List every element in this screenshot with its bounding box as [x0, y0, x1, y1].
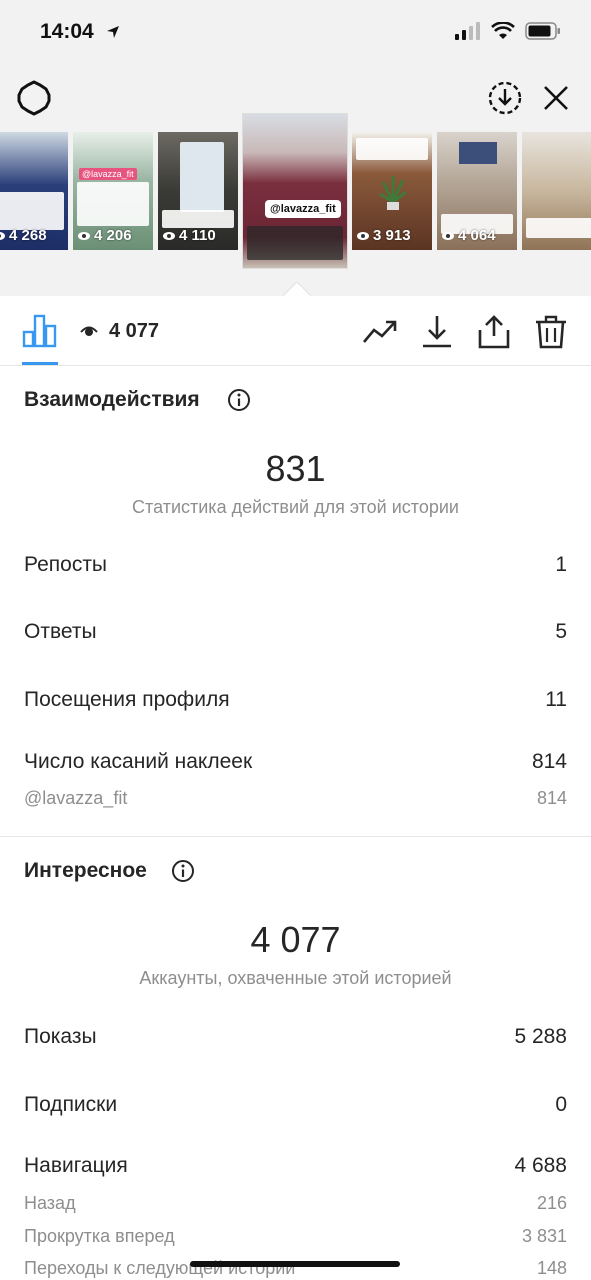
eye-icon [78, 232, 90, 241]
close-icon[interactable] [540, 82, 572, 114]
info-icon[interactable] [227, 388, 251, 412]
stat-label: Навигация [24, 1154, 128, 1177]
thumbnail-caption [162, 210, 234, 228]
thumbnail-views: 4 268 [0, 227, 47, 244]
view-count: 4 077 [109, 320, 160, 342]
stat-label: Подписки [24, 1093, 118, 1116]
save-story-icon[interactable] [487, 80, 523, 116]
eye-icon [357, 232, 369, 241]
plant-icon [379, 176, 407, 210]
story-thumbnail[interactable] [522, 132, 591, 250]
thumbnail-views: 4 064 [441, 227, 496, 244]
thumbnail-caption [247, 226, 343, 260]
stat-subrow-back: Назад 216 [24, 1193, 567, 1214]
stat-value: 148 [536, 1258, 567, 1278]
delete-icon[interactable] [533, 314, 569, 350]
thumbnail-caption [526, 218, 591, 238]
eye-icon [442, 232, 454, 241]
story-thumbnails: 4 268 @lavazza_fit 4 206 4 110 @lavazza_… [0, 114, 591, 270]
stat-value: 11 [545, 688, 567, 711]
interactions-total: 831 [265, 448, 326, 489]
thumbnail-caption [356, 138, 428, 160]
home-indicator[interactable] [190, 1261, 400, 1267]
thumbnail-caption [180, 142, 224, 212]
section-title: Взаимодействия [24, 388, 200, 411]
stat-value: 216 [536, 1193, 567, 1213]
stat-label: Репосты [24, 553, 108, 576]
thumbnail-views: 3 913 [356, 227, 411, 244]
stat-label: Назад [24, 1193, 76, 1213]
thumbnail-caption [0, 192, 64, 230]
share-icon[interactable] [476, 314, 512, 350]
thumbnail-label: @lavazza_fit [265, 200, 341, 218]
cellular-signal-icon [455, 22, 480, 40]
stat-row-replies: Ответы 5 [24, 620, 567, 644]
interactions-section: Взаимодействия 831 Статистика действий д… [0, 366, 591, 836]
stat-row-impressions: Показы 5 288 [24, 1025, 567, 1049]
battery-icon [525, 22, 560, 40]
location-arrow-icon [106, 26, 119, 39]
discovery-section: Интересное 4 077 Аккаунты, охваченные эт… [0, 837, 591, 1280]
gear-icon[interactable] [16, 80, 52, 116]
interactions-subtitle: Статистика действий для этой истории [132, 497, 459, 517]
stat-value: 814 [536, 788, 567, 808]
status-bar: 14:04 [0, 0, 591, 66]
wifi-icon [491, 22, 515, 39]
stat-value: 0 [555, 1093, 567, 1116]
selection-pointer [283, 282, 311, 296]
stat-row-sticker-taps: Число касаний наклеек 814 [24, 750, 567, 774]
story-thumbnail[interactable]: @lavazza_fit 4 206 [73, 132, 153, 250]
thumbnail-views: 4 110 [162, 227, 216, 244]
stat-label: Ответы [24, 620, 97, 643]
reach-total: 4 077 [250, 919, 341, 960]
stat-value: 5 288 [514, 1025, 567, 1048]
stat-value: 814 [531, 750, 567, 773]
stat-label: @lavazza_fit [24, 788, 128, 808]
stat-label: Посещения профиля [24, 688, 230, 711]
stat-subrow-mention: @lavazza_fit 814 [24, 788, 567, 809]
stat-label: Прокрутка вперед [24, 1226, 175, 1246]
reach-subtitle: Аккаунты, охваченные этой историей [139, 968, 452, 988]
stat-label: Показы [24, 1025, 97, 1048]
thumbnail-tag: @lavazza_fit [79, 168, 137, 180]
stat-row-follows: Подписки 0 [24, 1093, 567, 1117]
story-thumbnail[interactable]: 4 268 [0, 132, 68, 250]
active-tab-indicator [22, 362, 58, 365]
clock-text: 14:04 [40, 20, 94, 43]
insights-toolbar: 4 077 [0, 296, 591, 366]
story-thumbnail[interactable]: 4 110 [158, 132, 238, 250]
info-icon[interactable] [171, 859, 195, 883]
status-indicators [455, 22, 561, 40]
download-icon[interactable] [419, 314, 455, 350]
stat-label: Число касаний наклеек [24, 750, 253, 773]
stat-row-navigation: Навигация 4 688 [24, 1154, 567, 1178]
tv-screen [459, 142, 497, 164]
eye-icon [80, 326, 98, 336]
story-thumbnail[interactable]: 4 064 [437, 132, 517, 250]
insights-chart-icon[interactable] [22, 312, 58, 348]
stat-row-profile-visits: Посещения профиля 11 [24, 688, 567, 712]
story-thumbnail[interactable]: 3 913 [352, 132, 432, 250]
story-thumbnail-selected[interactable]: @lavazza_fit [243, 114, 347, 268]
thumbnail-caption [77, 182, 149, 226]
section-title: Интересное [24, 859, 147, 882]
promote-trend-icon[interactable] [362, 314, 398, 350]
eye-icon [0, 232, 5, 240]
eye-icon [163, 232, 175, 241]
status-time: 14:04 [40, 20, 120, 44]
thumbnail-views: 4 206 [77, 227, 132, 244]
stat-value: 5 [555, 620, 567, 643]
stat-subrow-forward: Прокрутка вперед 3 831 [24, 1226, 567, 1247]
stat-value: 4 688 [514, 1154, 567, 1177]
stat-row-reposts: Репосты 1 [24, 553, 567, 577]
stat-value: 3 831 [521, 1226, 567, 1246]
stat-value: 1 [555, 553, 567, 576]
